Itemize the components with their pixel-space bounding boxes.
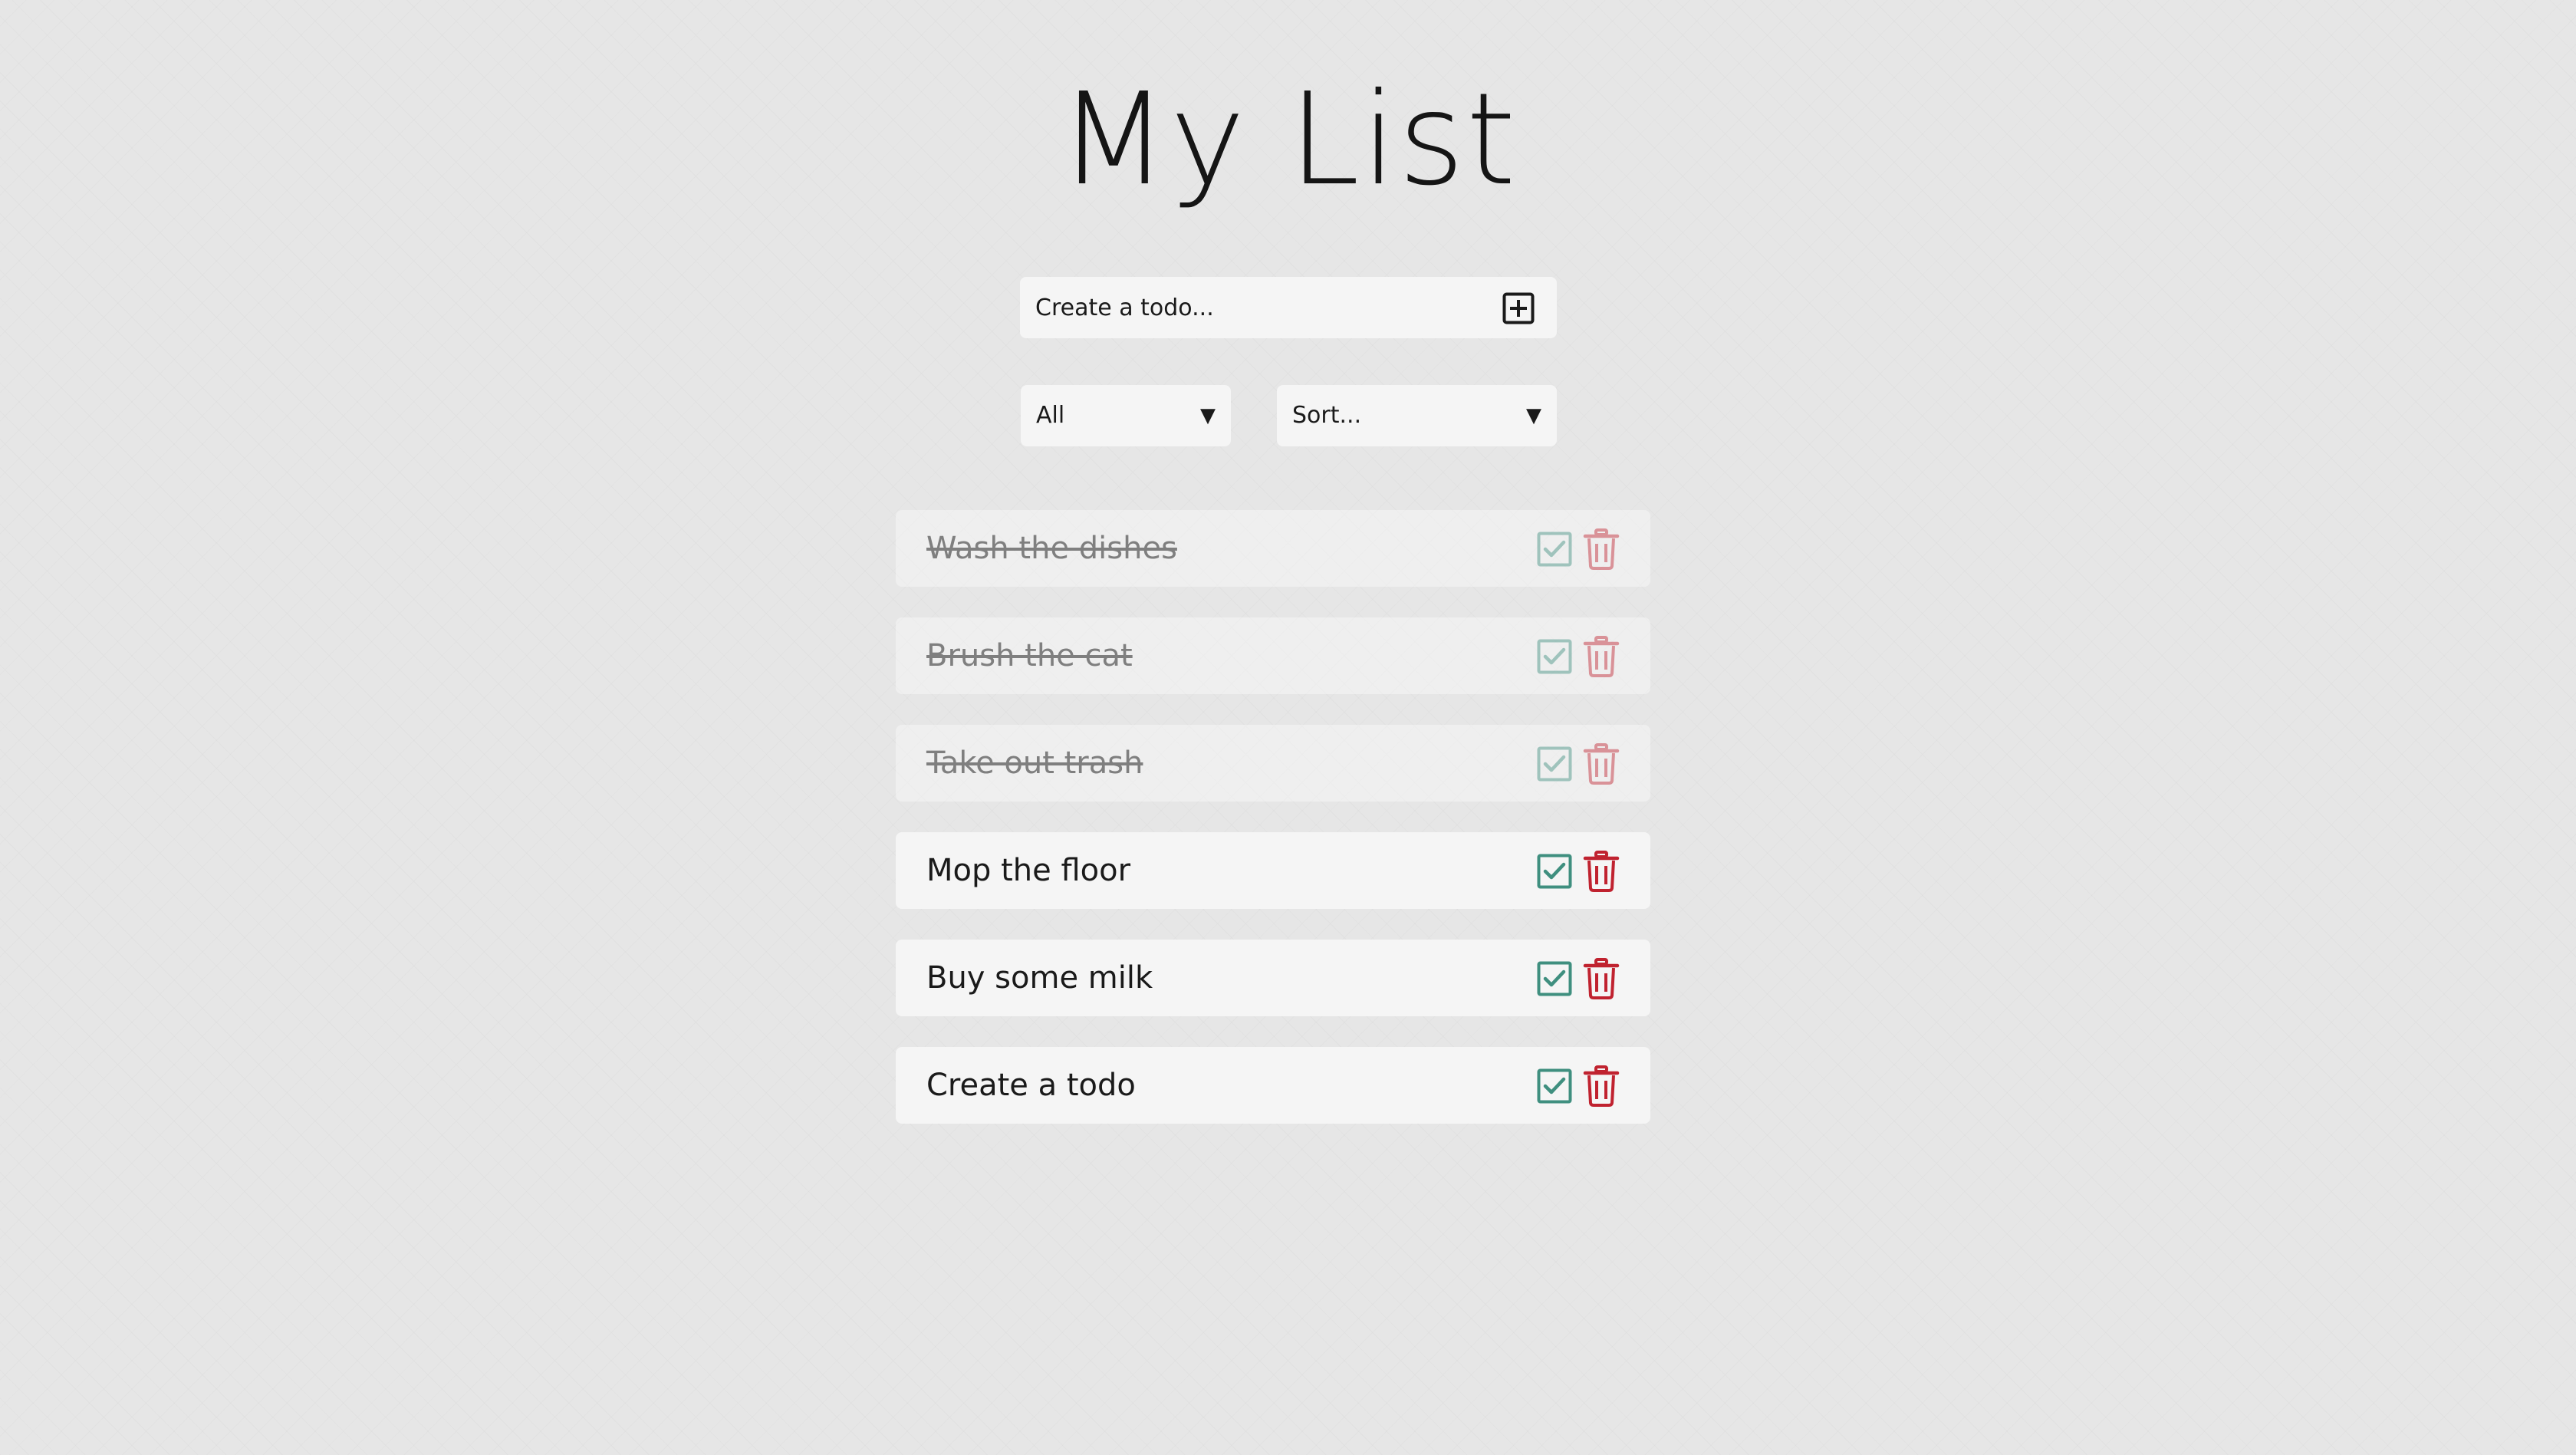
status-filter-select[interactable]: All ▼ [1021,385,1231,446]
create-todo-bar [1020,277,1557,338]
trash-icon [1583,528,1620,570]
complete-todo-button[interactable] [1537,961,1572,996]
delete-todo-button[interactable] [1583,851,1620,892]
trash-icon [1583,743,1620,785]
trash-icon [1583,958,1620,999]
check-square-icon [1537,961,1572,996]
todo-text: Brush the cat [926,638,1133,673]
complete-todo-button[interactable] [1537,639,1572,674]
trash-icon [1583,851,1620,892]
delete-todo-button[interactable] [1583,958,1620,999]
check-square-icon [1537,639,1572,674]
status-filter-value: All [1036,402,1065,429]
delete-todo-button[interactable] [1583,1065,1620,1107]
trash-icon [1583,1065,1620,1107]
delete-todo-button[interactable] [1583,636,1620,677]
create-todo-input[interactable] [1020,277,1480,338]
todo-item: Take out trash [896,725,1650,802]
add-todo-button[interactable] [1502,292,1535,324]
check-square-icon [1537,746,1572,782]
delete-todo-button[interactable] [1583,528,1620,570]
trash-icon [1583,636,1620,677]
complete-todo-button[interactable] [1537,532,1572,567]
todo-text: Wash the dishes [926,531,1177,566]
page-title: My List [1058,66,1518,214]
todo-text: Mop the floor [926,853,1131,888]
check-square-icon [1537,854,1572,889]
check-square-icon [1537,1068,1572,1104]
todo-item: Brush the cat [896,617,1650,694]
todo-item: Create a todo [896,1047,1650,1124]
complete-todo-button[interactable] [1537,746,1572,782]
todo-text: Take out trash [926,746,1143,781]
todo-text: Buy some milk [926,960,1153,996]
check-square-icon [1537,532,1572,567]
delete-todo-button[interactable] [1583,743,1620,785]
complete-todo-button[interactable] [1537,854,1572,889]
chevron-down-icon: ▼ [1526,404,1541,427]
todo-item: Wash the dishes [896,510,1650,587]
todo-item: Buy some milk [896,940,1650,1016]
sort-select-value: Sort... [1292,402,1362,429]
todo-text: Create a todo [926,1068,1136,1103]
plus-square-icon [1502,292,1535,324]
sort-select[interactable]: Sort... ▼ [1277,385,1557,446]
complete-todo-button[interactable] [1537,1068,1572,1104]
chevron-down-icon: ▼ [1200,404,1216,427]
todo-item: Mop the floor [896,832,1650,909]
